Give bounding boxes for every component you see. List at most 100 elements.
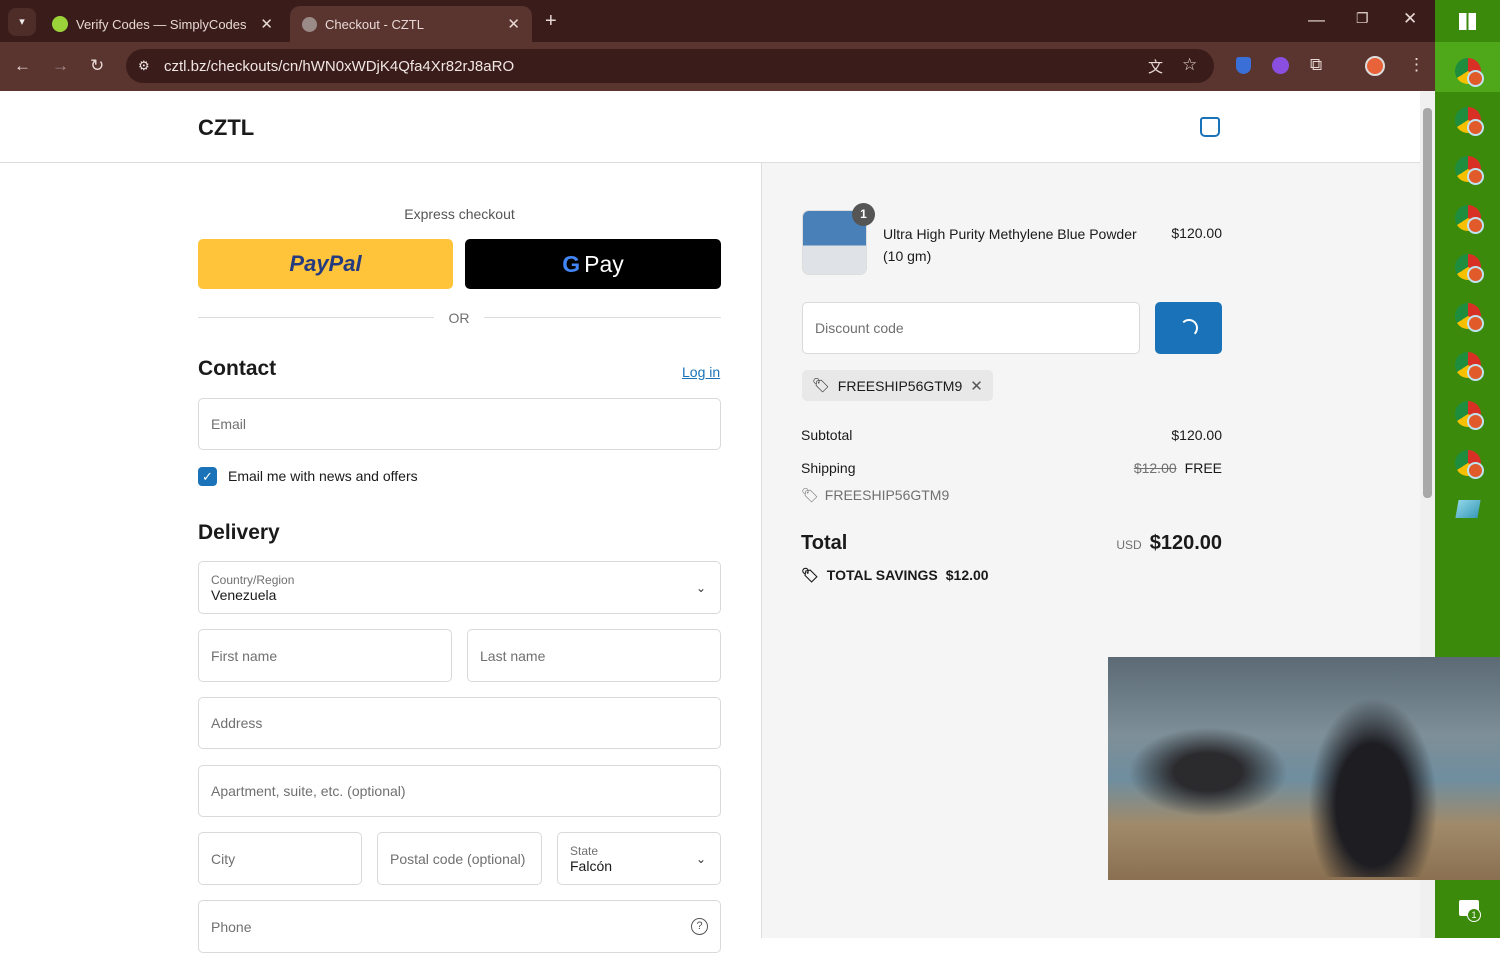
help-icon[interactable]: ? — [691, 918, 708, 935]
apartment-field[interactable]: Apartment, suite, etc. (optional) — [198, 765, 721, 817]
windows-start-icon[interactable] — [1459, 13, 1476, 30]
remove-discount-icon[interactable]: ✕ — [970, 377, 983, 395]
chrome-taskbar-icon[interactable] — [1455, 254, 1484, 283]
extensions-puzzle-icon[interactable]: ⧉ — [1310, 55, 1322, 75]
state-value: Falcón — [570, 857, 613, 874]
notification-count-badge: 1 — [1467, 908, 1481, 922]
cart-bag-icon[interactable] — [1200, 117, 1220, 137]
last-name-placeholder: Last name — [480, 647, 546, 664]
notepad-taskbar-icon[interactable] — [1455, 500, 1481, 518]
address-bar[interactable]: ⚙ cztl.bz/checkouts/cn/hWN0xWDjK4Qfa4Xr82… — [126, 49, 1214, 83]
applied-discount-tag: 🏷︎ FREESHIP56GTM9 ✕ — [802, 370, 993, 401]
restore-icon[interactable]: ❐ — [1356, 10, 1369, 27]
picture-in-picture-video[interactable] — [1108, 657, 1500, 880]
city-placeholder: City — [211, 850, 236, 867]
back-icon[interactable]: ← — [14, 56, 31, 76]
chevron-down-icon: ⌄ — [695, 851, 706, 866]
close-tab-icon[interactable]: ✕ — [260, 15, 273, 33]
paypal-label: PayPal — [289, 251, 362, 276]
apply-discount-button[interactable] — [1155, 302, 1222, 354]
chrome-taskbar-icon[interactable] — [1455, 303, 1484, 332]
tab-title: Checkout - CZTL — [325, 16, 424, 32]
address-field[interactable]: Address — [198, 697, 721, 749]
product-price: $120.00 — [1171, 225, 1222, 241]
shipping-discount-code: FREESHIP56GTM9 — [824, 487, 950, 503]
video-figures-group — [1128, 727, 1288, 817]
currency: USD — [1116, 538, 1142, 552]
postal-code-field[interactable]: Postal code (optional) — [377, 832, 542, 885]
phone-field[interactable]: Phone? — [198, 900, 721, 953]
email-placeholder: Email — [211, 416, 247, 432]
chrome-taskbar-icon[interactable] — [1455, 450, 1484, 479]
bookmark-star-icon[interactable]: ☆ — [1182, 55, 1197, 75]
chevron-down-icon: ⌄ — [695, 580, 706, 595]
simplycodes-favicon-icon — [52, 16, 68, 32]
newsletter-label: Email me with news and offers — [228, 468, 418, 484]
discount-code-input[interactable]: Discount code — [802, 302, 1140, 354]
or-separator: OR — [448, 310, 470, 326]
minimize-icon[interactable]: — — [1308, 10, 1325, 30]
state-label: State — [570, 843, 599, 858]
applied-code: FREESHIP56GTM9 — [837, 377, 963, 394]
forward-icon[interactable]: → — [52, 56, 69, 76]
translate-icon[interactable]: 文 — [1148, 56, 1163, 77]
address-placeholder: Address — [211, 715, 263, 731]
shipping-value: FREE — [1184, 460, 1222, 476]
reload-icon[interactable]: ↻ — [90, 56, 104, 76]
shipping-label: Shipping — [801, 460, 856, 476]
state-select[interactable]: State Falcón ⌄ — [557, 832, 721, 885]
country-label: Country/Region — [211, 572, 295, 587]
delivery-heading: Delivery — [198, 521, 280, 544]
google-pay-button[interactable]: G Pay — [465, 239, 721, 289]
total-value: $120.00 — [1149, 532, 1222, 554]
tag-icon: 🏷︎ — [812, 377, 830, 393]
tab-search-button[interactable]: ▾ — [8, 8, 36, 36]
shipping-original-price: $12.00 — [1133, 460, 1177, 476]
subtotal-value: $120.00 — [1171, 427, 1222, 443]
extension-shield-icon[interactable] — [1236, 57, 1251, 74]
close-window-icon[interactable]: ✕ — [1403, 9, 1417, 29]
url-text: cztl.bz/checkouts/cn/hWN0xWDjK4Qfa4Xr82r… — [164, 57, 515, 75]
chrome-taskbar-icon[interactable] — [1455, 401, 1484, 430]
discount-placeholder: Discount code — [815, 320, 904, 336]
video-figure — [1308, 697, 1438, 877]
postal-placeholder: Postal code (optional) — [390, 850, 526, 867]
chrome-taskbar-icon[interactable] — [1455, 107, 1484, 136]
globe-icon — [302, 16, 317, 32]
chrome-taskbar-icon[interactable] — [1455, 156, 1484, 185]
newsletter-checkbox[interactable]: ✓ — [198, 467, 217, 486]
tag-icon: 🏷︎ — [801, 487, 819, 503]
close-tab-icon[interactable]: ✕ — [507, 15, 520, 33]
chrome-taskbar-icon[interactable] — [1455, 58, 1484, 87]
contact-heading: Contact — [198, 357, 277, 380]
extension-icon[interactable] — [1272, 57, 1289, 74]
paypal-button[interactable]: PayPal — [198, 239, 453, 289]
country-select[interactable]: Country/Region Venezuela ⌄ — [198, 561, 721, 614]
gpay-label: Pay — [584, 250, 624, 277]
savings-value: $12.00 — [945, 567, 989, 583]
store-logo[interactable]: CZTL — [198, 115, 254, 141]
savings-label: TOTAL SAVINGS — [826, 567, 938, 583]
first-name-field[interactable]: First name — [198, 629, 452, 682]
email-field[interactable]: Email — [198, 398, 721, 450]
chrome-taskbar-icon[interactable] — [1455, 352, 1484, 381]
savings-tag-icon: 🏷︎ — [801, 567, 819, 583]
total-label: Total — [801, 532, 848, 554]
menu-kebab-icon[interactable]: ⋮ — [1408, 55, 1425, 75]
city-field[interactable]: City — [198, 832, 362, 885]
site-settings-icon[interactable]: ⚙ — [138, 58, 150, 74]
phone-placeholder: Phone — [211, 918, 252, 935]
scrollbar-thumb[interactable] — [1423, 108, 1432, 498]
login-link[interactable]: Log in — [682, 364, 720, 380]
new-tab-icon[interactable]: + — [545, 10, 557, 33]
divider — [198, 317, 434, 318]
last-name-field[interactable]: Last name — [467, 629, 721, 682]
profile-avatar[interactable] — [1365, 56, 1385, 76]
chrome-taskbar-icon[interactable] — [1455, 205, 1484, 234]
divider — [484, 317, 721, 318]
tab-title: Verify Codes — SimplyCodes — [76, 16, 247, 32]
loading-spinner-icon — [1179, 319, 1198, 337]
tab-simplycodes[interactable]: Verify Codes — SimplyCodes ✕ — [40, 6, 285, 42]
google-g-icon: G — [562, 250, 581, 277]
tab-checkout[interactable]: Checkout - CZTL ✕ — [290, 6, 532, 42]
